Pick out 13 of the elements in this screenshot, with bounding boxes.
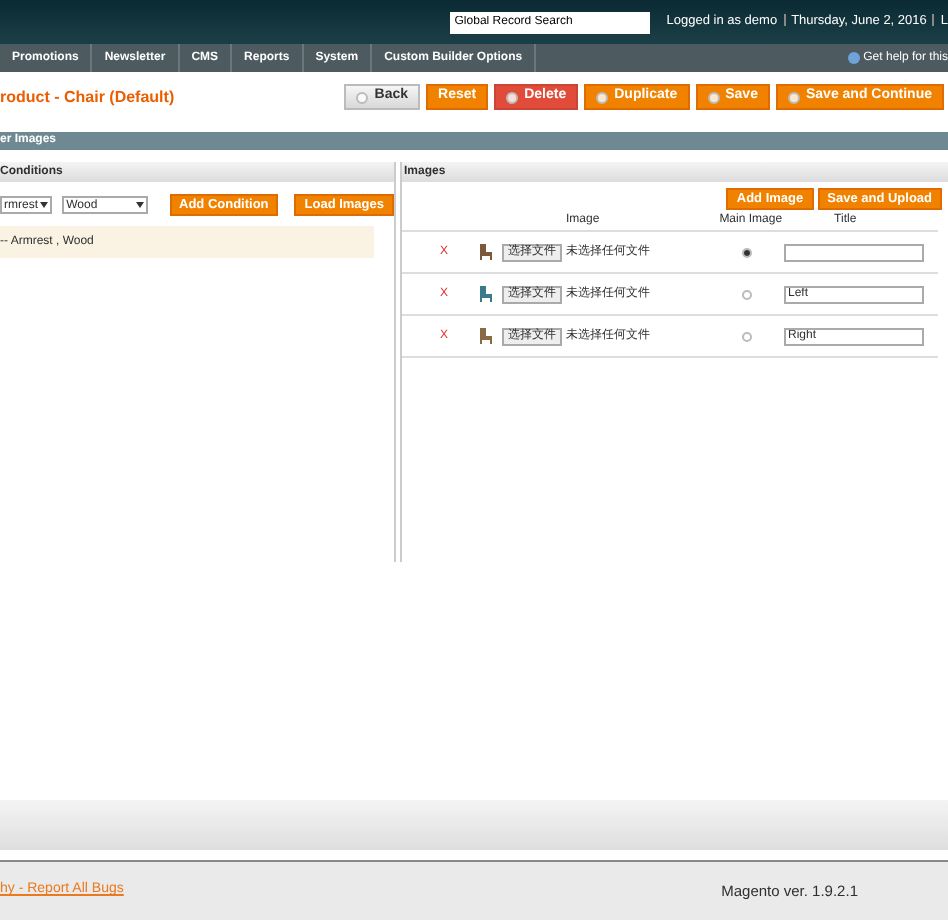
- main-image-radio[interactable]: [742, 247, 752, 257]
- main-image-radio[interactable]: [742, 331, 752, 341]
- back-icon: [356, 91, 369, 103]
- main-image-radio[interactable]: [742, 289, 752, 299]
- action-icon: [506, 91, 519, 103]
- help-icon: [847, 52, 860, 64]
- dropdown-icon: [135, 201, 143, 207]
- title-field[interactable]: [784, 243, 924, 261]
- action-icon: [787, 91, 800, 103]
- dropdown-icon: [40, 201, 49, 207]
- action-icon: [707, 91, 720, 103]
- page-title: roduct - Chair (Default): [0, 85, 175, 109]
- action-icon: [596, 91, 609, 103]
